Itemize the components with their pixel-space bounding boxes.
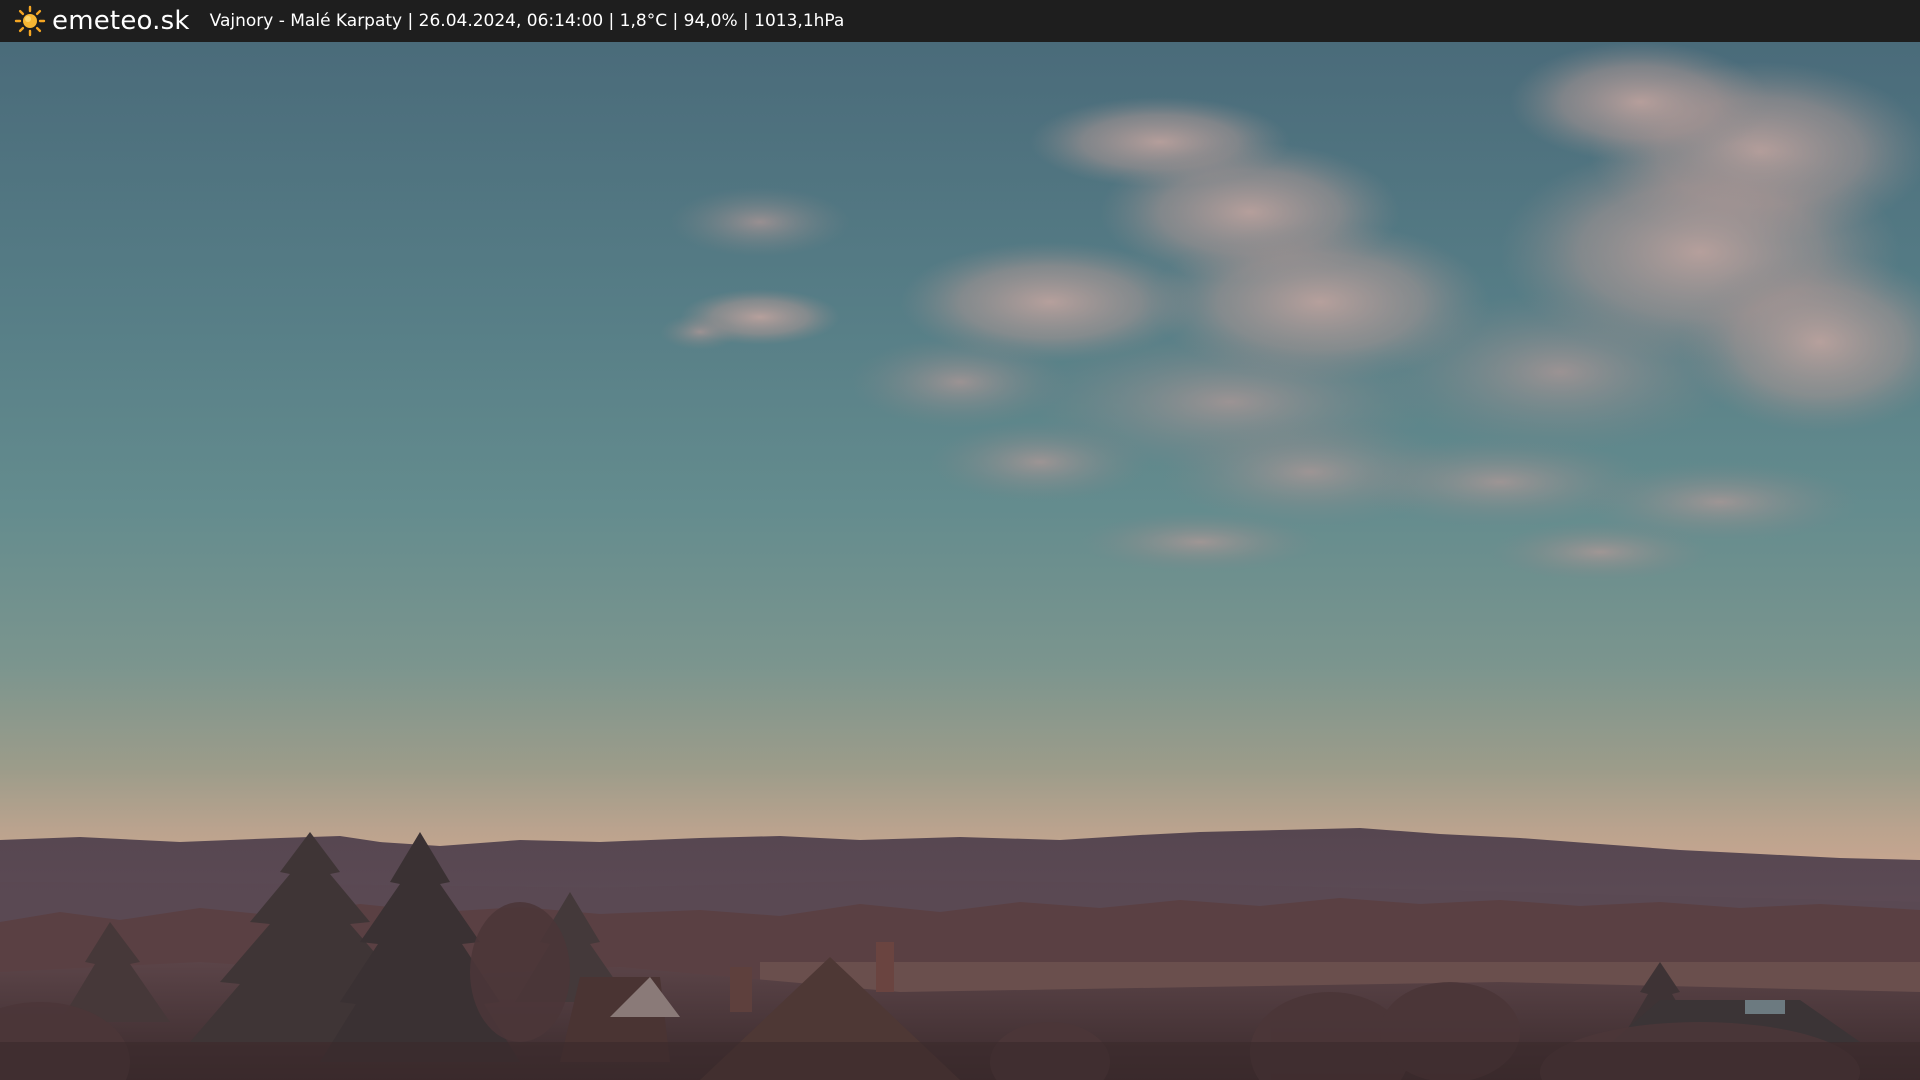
brand-name: emeteo.sk xyxy=(52,6,190,36)
webcam-image xyxy=(0,42,1920,1080)
webcam-viewer: emeteo.sk Vajnory - Malé Karpaty | 26.04… xyxy=(0,0,1920,1080)
webcam-scene xyxy=(0,42,1920,1080)
brand-logo[interactable]: emeteo.sk xyxy=(14,0,190,42)
sun-icon xyxy=(14,5,46,37)
top-bar: emeteo.sk Vajnory - Malé Karpaty | 26.04… xyxy=(0,0,1920,42)
weather-caption: Vajnory - Malé Karpaty | 26.04.2024, 06:… xyxy=(209,11,845,31)
